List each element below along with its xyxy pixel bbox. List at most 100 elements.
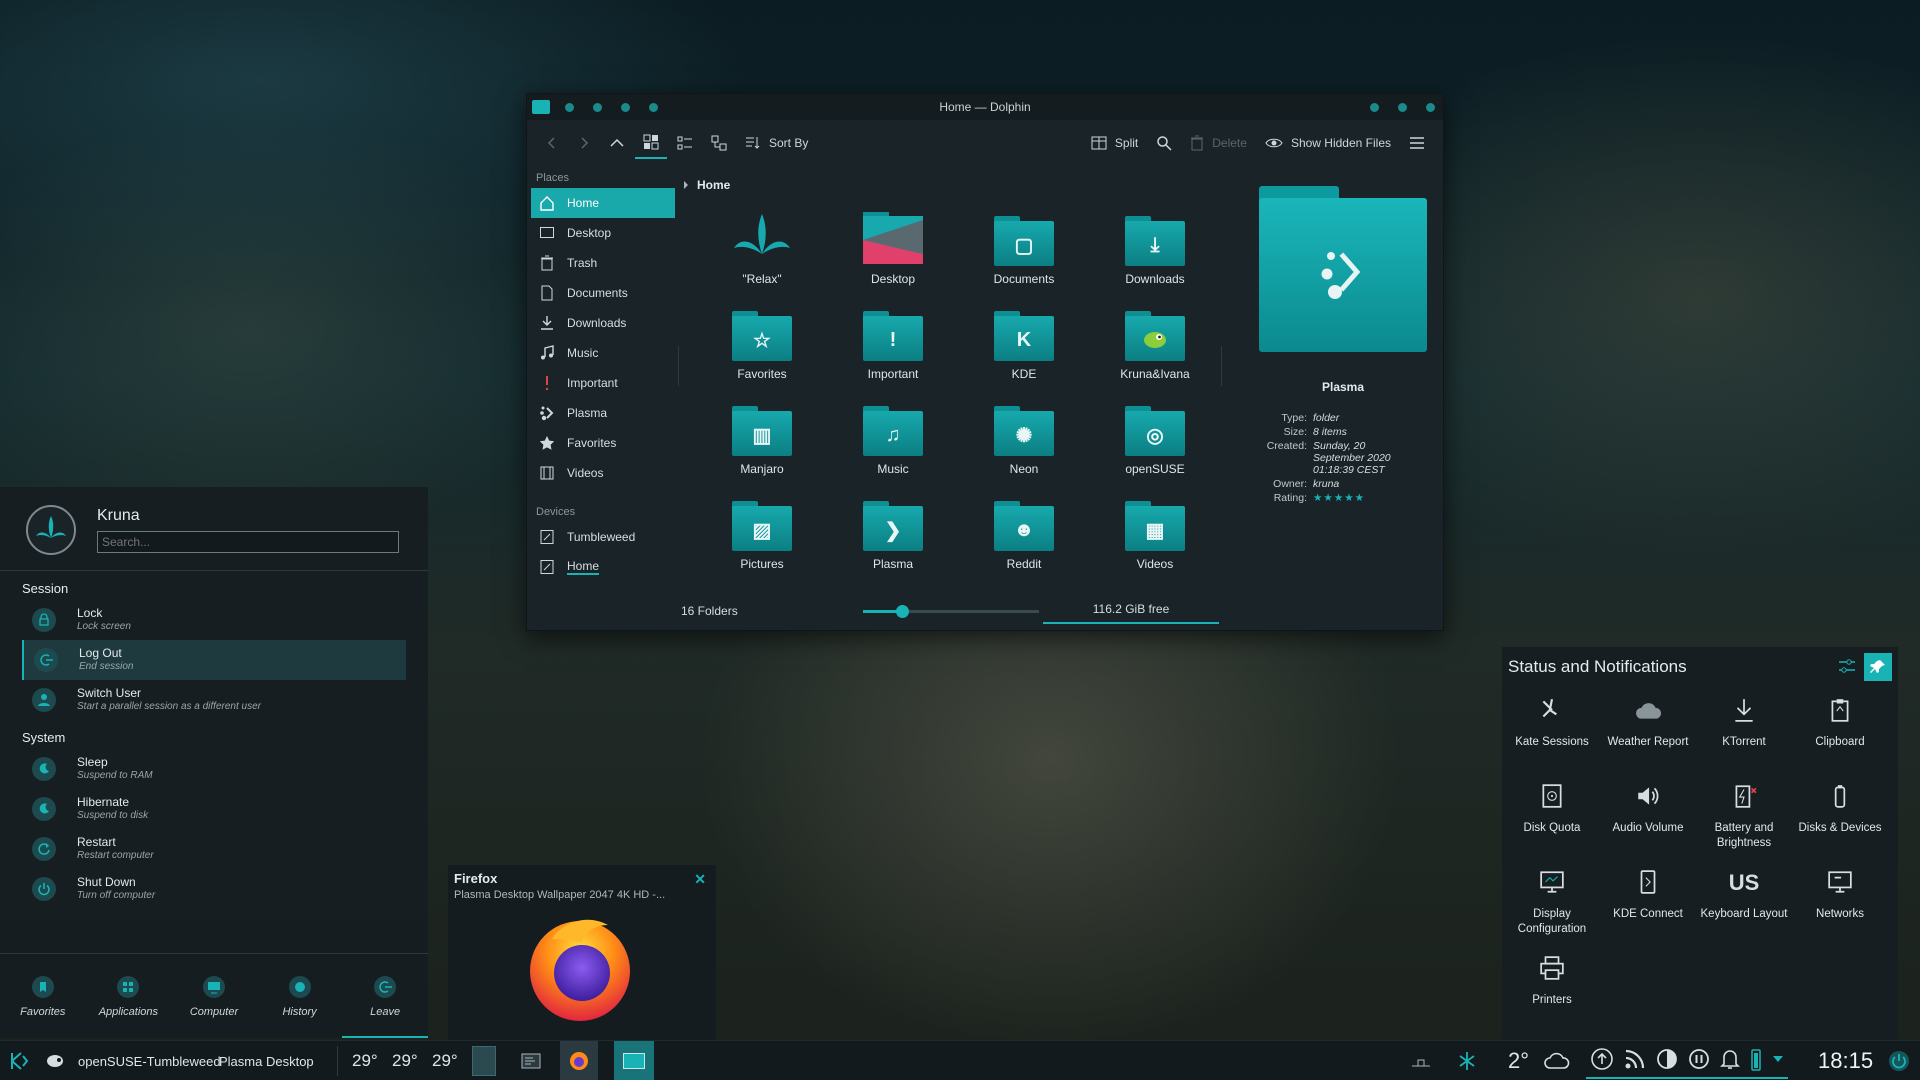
file-item[interactable]: K KDE (969, 305, 1079, 381)
cpu-temp-2[interactable]: 29° (392, 1041, 418, 1080)
file-item[interactable]: ▦ Videos (1100, 495, 1210, 571)
tab-applications[interactable]: Applications (86, 954, 172, 1038)
file-item[interactable]: ◎ openSUSE (1100, 400, 1210, 476)
zoom-slider-handle[interactable] (895, 605, 909, 618)
tray-item-keyboard-layout[interactable]: US Keyboard Layout (1696, 867, 1792, 922)
panel-divider[interactable] (678, 346, 679, 386)
tray-item-disks-devices[interactable]: Disks & Devices (1792, 781, 1888, 836)
avatar[interactable] (26, 505, 76, 555)
lock-button[interactable]: Lock Lock screen (22, 600, 406, 640)
delete-button[interactable]: Delete (1182, 127, 1255, 159)
file-item[interactable]: ♫ Music (838, 400, 948, 476)
back-button[interactable] (537, 127, 567, 159)
night-color-icon[interactable] (1656, 1048, 1678, 1070)
sort-by-button[interactable]: Sort By (737, 127, 816, 159)
device-tumbleweed[interactable]: Tumbleweed (531, 522, 675, 552)
close-icon[interactable]: ✕ (694, 871, 706, 888)
clock[interactable]: 18:15 (1818, 1041, 1873, 1080)
close-button[interactable] (1426, 103, 1435, 112)
file-item[interactable]: ⤓ Downloads (1100, 210, 1210, 286)
tab-history[interactable]: History (257, 954, 343, 1038)
place-downloads[interactable]: Downloads (531, 308, 675, 338)
show-hidden-files-button[interactable]: Show Hidden Files (1257, 127, 1399, 159)
search-input[interactable] (97, 531, 399, 553)
file-item[interactable]: ▥ Manjaro (707, 400, 817, 476)
desktop-label[interactable]: Plasma Desktop (219, 1041, 314, 1080)
task-terminal[interactable] (516, 1041, 546, 1080)
file-item[interactable]: Kruna&Ivana (1100, 305, 1210, 381)
cpu-temp-1[interactable]: 29° (352, 1041, 378, 1080)
log-out-button[interactable]: Log Out End session (22, 640, 406, 680)
rss-icon[interactable] (1624, 1048, 1646, 1070)
switch-user-button[interactable]: Switch User Start a parallel session as a… (22, 680, 406, 720)
tray-item-battery-and-brightness[interactable]: Battery and Brightness (1696, 781, 1792, 851)
panel-divider[interactable] (1221, 346, 1222, 386)
breadcrumb-home[interactable]: Home (697, 178, 730, 192)
split-button[interactable]: Split (1083, 127, 1146, 159)
tab-computer[interactable]: Computer (171, 954, 257, 1038)
search-button[interactable] (1148, 127, 1180, 159)
tray-item-kate-sessions[interactable]: Kate Sessions (1504, 695, 1600, 750)
device-home[interactable]: Home (531, 552, 675, 582)
cpu-temp-3[interactable]: 29° (432, 1041, 458, 1080)
task-firefox[interactable] (560, 1041, 598, 1080)
file-item[interactable]: ☆ Favorites (707, 305, 817, 381)
place-music[interactable]: Music (531, 338, 675, 368)
tray-item-clipboard[interactable]: Clipboard (1792, 695, 1888, 750)
forward-button[interactable] (569, 127, 599, 159)
compact-view-button[interactable] (669, 127, 701, 159)
place-important[interactable]: Important (531, 368, 675, 398)
place-favorites[interactable]: Favorites (531, 428, 675, 458)
file-item[interactable]: ☻ Reddit (969, 495, 1079, 571)
details-view-button[interactable] (703, 127, 735, 159)
place-videos[interactable]: Videos (531, 458, 675, 488)
place-desktop[interactable]: Desktop (531, 218, 675, 248)
tray-item-disk-quota[interactable]: Disk Quota (1504, 781, 1600, 836)
tab-favorites[interactable]: Favorites (0, 954, 86, 1038)
shut-down-button[interactable]: Shut Down Turn off computer (22, 869, 406, 909)
place-trash[interactable]: Trash (531, 248, 675, 278)
file-item[interactable]: Desktop (838, 210, 948, 286)
maximize-button[interactable] (1398, 103, 1407, 112)
rating-stars[interactable]: ★★★★★ (1313, 492, 1403, 504)
file-item[interactable]: ✺ Neon (969, 400, 1079, 476)
pin-button[interactable] (1864, 653, 1892, 681)
file-item[interactable]: ! Important (838, 305, 948, 381)
hibernate-button[interactable]: Hibernate Suspend to disk (22, 789, 406, 829)
zoom-slider[interactable] (863, 605, 1039, 618)
tray-item-printers[interactable]: Printers (1504, 953, 1600, 1008)
minimize-button[interactable] (1370, 103, 1379, 112)
cloud-icon[interactable] (1544, 1041, 1570, 1080)
hamburger-menu-button[interactable] (1401, 127, 1433, 159)
bell-icon[interactable] (1720, 1048, 1740, 1070)
weather-temp[interactable]: 2° (1508, 1041, 1529, 1080)
tray-item-networks[interactable]: Networks (1792, 867, 1888, 922)
upload-icon[interactable] (1590, 1047, 1614, 1071)
place-documents[interactable]: Documents (531, 278, 675, 308)
tab-leave[interactable]: Leave (342, 954, 428, 1038)
tray-item-display-configuration[interactable]: Display Configuration (1504, 867, 1600, 937)
configure-button[interactable] (1838, 657, 1856, 675)
free-space[interactable]: 116.2 GiB free (1043, 602, 1219, 624)
expand-tray-icon[interactable] (1772, 1054, 1784, 1064)
file-item[interactable]: ▨ Pictures (707, 495, 817, 571)
place-home[interactable]: Home (531, 188, 675, 218)
icons-view-button[interactable] (635, 127, 667, 159)
place-plasma[interactable]: Plasma (531, 398, 675, 428)
pager-desktop-1[interactable] (472, 1041, 498, 1080)
tray-item-weather-report[interactable]: Weather Report (1600, 695, 1696, 750)
file-item[interactable]: "Relax" (707, 210, 817, 286)
tray-item-kde-connect[interactable]: KDE Connect (1600, 867, 1696, 922)
sleep-button[interactable]: Sleep Suspend to RAM (22, 749, 406, 789)
distro-label[interactable]: openSUSE-Tumbleweed (78, 1041, 221, 1080)
up-button[interactable] (601, 127, 633, 159)
launcher-button[interactable] (8, 1041, 30, 1080)
tray-kde-icon[interactable] (1458, 1041, 1476, 1080)
task-dolphin[interactable] (614, 1041, 654, 1080)
titlebar[interactable]: Home — Dolphin (527, 94, 1443, 120)
file-item[interactable]: ▢ Documents (969, 210, 1079, 286)
tray-item-audio-volume[interactable]: Audio Volume (1600, 781, 1696, 836)
restart-button[interactable]: Restart Restart computer (22, 829, 406, 869)
tray-item-ktorrent[interactable]: KTorrent (1696, 695, 1792, 750)
breadcrumb[interactable]: Home (683, 178, 730, 192)
